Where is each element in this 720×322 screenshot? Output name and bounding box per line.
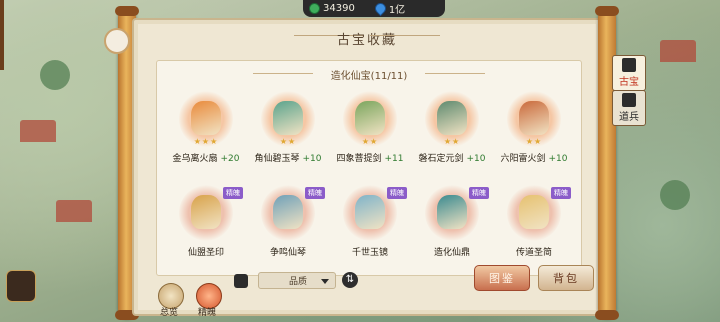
background-tree — [40, 60, 70, 90]
treasure-name: 造化仙鼎 — [433, 248, 470, 258]
title-ornament-right — [370, 35, 440, 36]
treasure-level: +10 — [548, 154, 568, 164]
star-rating: ★★ — [279, 137, 297, 146]
treasure-artwork — [519, 101, 549, 135]
background-building — [56, 200, 92, 222]
subtitle-ornament-right — [425, 73, 485, 74]
treasure-card[interactable]: 精魄千世玉镜 — [329, 183, 411, 269]
treasure-artwork — [273, 101, 303, 135]
diamond-amount: 1亿 — [388, 5, 406, 16]
treasure-name: 四象菩提剑 — [336, 154, 382, 164]
treasure-tab-icon — [622, 58, 636, 72]
background-building — [660, 40, 696, 62]
tab-treasure[interactable]: 古宝 — [612, 55, 646, 91]
atlas-button[interactable]: 图鉴 — [474, 265, 530, 291]
jade-amount: 34390 — [323, 3, 355, 14]
diamond-currency: 1亿 — [372, 0, 406, 17]
treasure-card[interactable]: ★★ 角仙碧玉琴 +10 — [247, 89, 329, 175]
star-rating: ★★ — [361, 137, 379, 146]
background-building — [20, 120, 56, 142]
treasure-name: 金乌离火扇 — [172, 154, 218, 164]
treasure-name: 千世玉镜 — [351, 248, 388, 258]
treasure-label: 金乌离火扇 +20 — [161, 151, 251, 164]
treasure-name: 争鸣仙琴 — [269, 248, 306, 258]
sort-order-icon[interactable]: ⇅ — [342, 272, 358, 288]
filter-icon[interactable] — [234, 274, 248, 288]
treasure-label: 角仙碧玉琴 +10 — [243, 151, 333, 164]
treasure-grid: ★★★ 金乌离火扇 +20 ★★ 角仙碧玉琴 +10 ★★ 四象菩提剑 +11 ★★ 磐石定元剑 +1… — [165, 89, 575, 269]
treasure-name: 传道圣简 — [515, 248, 552, 258]
treasure-label: 造化仙鼎 — [407, 245, 497, 258]
star-rating: ★★★ — [193, 137, 219, 146]
treasure-label: 千世玉镜 — [325, 245, 415, 258]
treasure-card[interactable]: ★★ 磐石定元剑 +10 — [411, 89, 493, 175]
treasure-card[interactable]: 精魄争鸣仙琴 — [247, 183, 329, 269]
diamond-icon — [372, 0, 389, 17]
treasure-artwork — [437, 101, 467, 135]
essence-badge: 精魄 — [551, 187, 571, 199]
essence-badge: 精魄 — [305, 187, 325, 199]
tab-weapon[interactable]: 道兵 — [612, 90, 646, 126]
overview-label: 总览 — [160, 308, 179, 318]
treasure-card[interactable]: 精魄传道圣简 — [493, 183, 575, 269]
left-edge-frame — [0, 0, 4, 70]
treasure-level: +10 — [466, 154, 486, 164]
treasure-artwork — [519, 195, 549, 229]
chevron-down-icon — [321, 279, 329, 284]
cultivate-label: 精魄 — [198, 308, 217, 318]
treasure-collection-panel: 古宝收藏 造化仙宝(11/11) ★★★ 金乌离火扇 +20 ★★ 角仙碧玉琴 +10 ★★… — [132, 18, 602, 318]
treasure-label: 六阳雷火剑 +10 — [489, 151, 579, 164]
bag-button[interactable]: 背包 — [538, 265, 594, 291]
treasure-artwork — [273, 195, 303, 229]
essence-badge: 精魄 — [469, 187, 489, 199]
background-tree — [660, 180, 690, 210]
essence-badge: 精魄 — [223, 187, 243, 199]
treasure-label: 磐石定元剑 +10 — [407, 151, 497, 164]
treasure-card[interactable]: ★★★ 金乌离火扇 +20 — [165, 89, 247, 175]
treasure-label: 争鸣仙琴 — [243, 245, 333, 258]
treasure-level: +10 — [302, 154, 322, 164]
jade-currency: 34390 — [309, 3, 355, 14]
jade-icon — [309, 3, 320, 14]
treasure-artwork — [437, 195, 467, 229]
treasure-label: 传道圣简 — [489, 245, 579, 258]
treasure-card[interactable]: 精魄造化仙鼎 — [411, 183, 493, 269]
essence-badge: 精魄 — [387, 187, 407, 199]
treasure-category-title: 造化仙宝(11/11) — [330, 71, 408, 82]
treasure-name: 六阳雷火剑 — [500, 154, 546, 164]
treasure-card[interactable]: 精魄仙盟圣印 — [165, 183, 247, 269]
panel-title: 古宝收藏 — [336, 33, 397, 48]
treasure-name: 磐石定元剑 — [418, 154, 464, 164]
treasure-name: 角仙碧玉琴 — [254, 154, 300, 164]
treasure-card[interactable]: ★★ 四象菩提剑 +11 — [329, 89, 411, 175]
treasure-artwork — [355, 195, 385, 229]
quality-select[interactable]: 品质 — [258, 272, 336, 289]
treasure-name: 仙盟圣印 — [187, 248, 224, 258]
star-rating: ★★ — [443, 137, 461, 146]
close-knob-icon[interactable] — [104, 28, 130, 54]
quality-select-value: 品质 — [289, 277, 308, 287]
treasure-label: 四象菩提剑 +11 — [325, 151, 415, 164]
treasure-level: +11 — [384, 154, 404, 164]
treasure-list-frame: 造化仙宝(11/11) ★★★ 金乌离火扇 +20 ★★ 角仙碧玉琴 +10 ★★ 四象菩提剑… — [156, 60, 582, 276]
treasure-card[interactable]: ★★ 六阳雷火剑 +10 — [493, 89, 575, 175]
weapon-tab-icon — [622, 93, 636, 107]
treasure-level: +20 — [220, 154, 240, 164]
treasure-artwork — [191, 195, 221, 229]
treasure-artwork — [191, 101, 221, 135]
book-icon[interactable] — [6, 270, 36, 302]
treasure-label: 仙盟圣印 — [161, 245, 251, 258]
tab-treasure-label: 古宝 — [619, 77, 639, 88]
treasure-artwork — [355, 101, 385, 135]
currency-bar: 34390 1亿 — [303, 0, 445, 17]
star-rating: ★★ — [525, 137, 543, 146]
tab-weapon-label: 道兵 — [619, 112, 639, 123]
